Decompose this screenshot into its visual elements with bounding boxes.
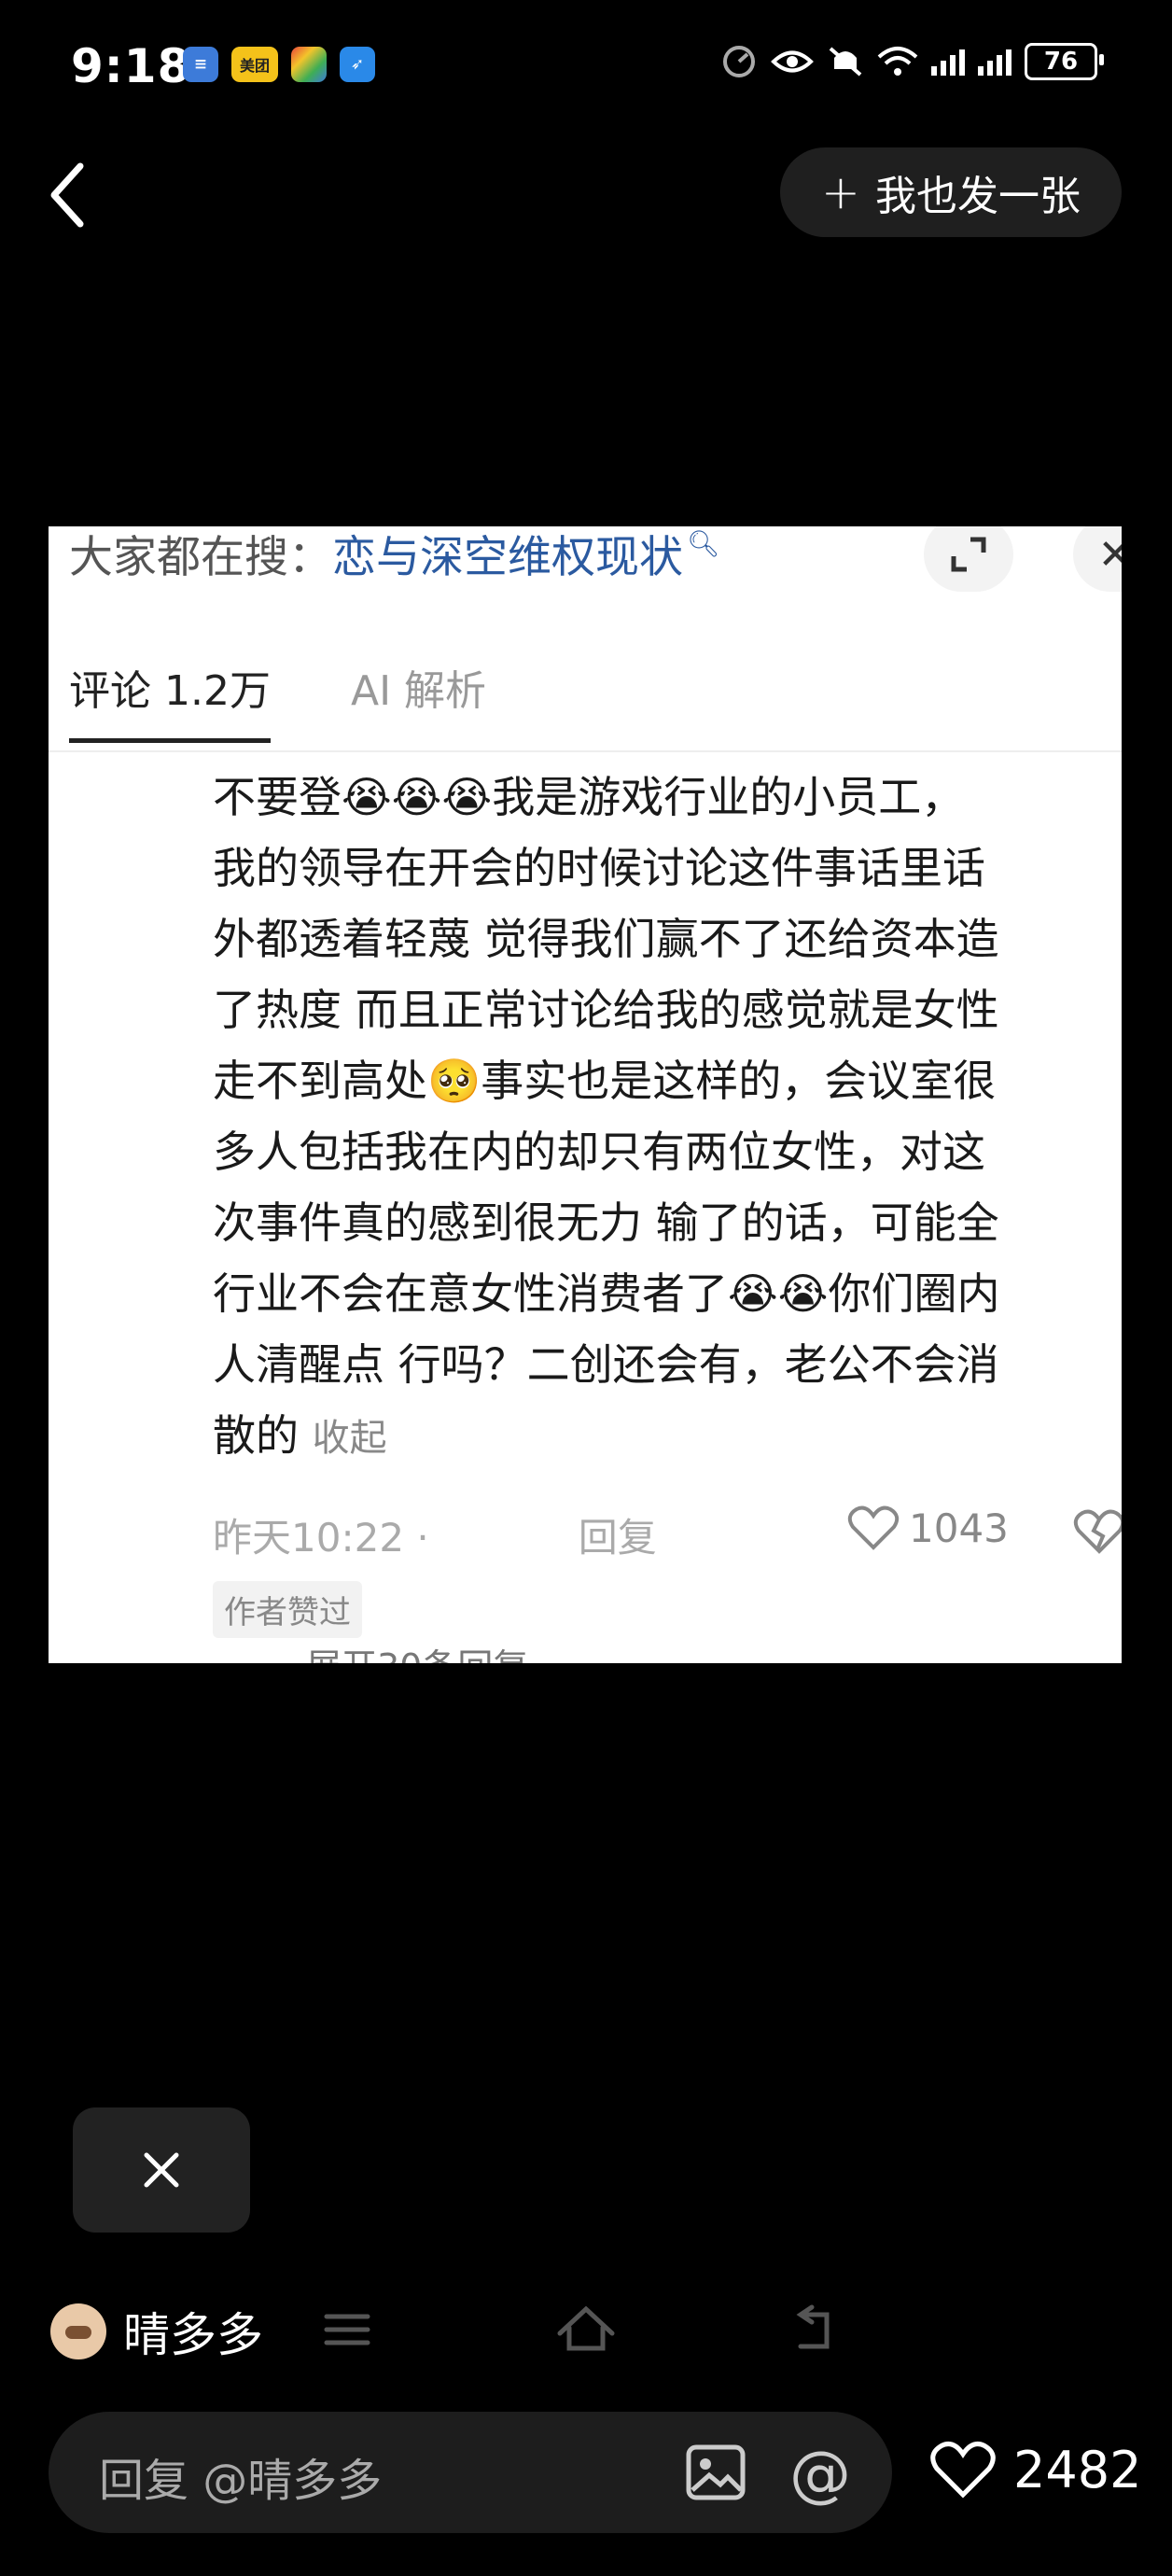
battery-indicator: 76 <box>1025 43 1104 80</box>
comment-line: 散的 <box>213 1410 299 1461</box>
comment-line: 我的领导在开会的时候讨论这件事话里话 <box>213 843 985 893</box>
status-time: 9:18 <box>71 39 191 93</box>
signal-icon <box>931 48 965 76</box>
eye-icon <box>771 50 814 73</box>
comment-text: 不要登😭😭😭我是游戏行业的小员工， 我的领导在开会的时候讨论这件事话里话 外都透… <box>213 762 1122 1474</box>
system-nav-icons <box>324 2304 830 2351</box>
dislike-icon <box>1073 1508 1122 1559</box>
like-count: 2482 <box>1013 2440 1142 2499</box>
comment-last-line: 散的 收起 <box>213 1400 1122 1474</box>
collapse-link: 收起 <box>312 1417 387 1460</box>
comment-line: 外都透着轻蔑 觉得我们赢不了还给资本造 <box>213 914 999 964</box>
close-icon: ✕ <box>1073 526 1122 592</box>
tab-comments: 评论 1.2万 <box>69 657 271 743</box>
back-button[interactable] <box>41 157 101 233</box>
comment-line: 人清醒点 行吗？二创还会有，老公不会消 <box>213 1339 999 1390</box>
app-icon-blue: ≡ <box>183 47 218 82</box>
speed-icon <box>723 46 755 77</box>
comment-line: 次事件真的感到很无力 输了的话，可能全 <box>213 1197 999 1248</box>
author-liked-tag: 作者赞过 <box>213 1581 362 1638</box>
comment-line: 行业不会在意女性消费者了😭😭你们圈内 <box>213 1268 1000 1319</box>
tab-ai-analysis: AI 解析 <box>350 667 487 715</box>
avatar[interactable] <box>50 2303 106 2359</box>
search-prefix: 大家都在搜： <box>69 531 332 583</box>
trending-search-bar: 大家都在搜： 恋与深空维权现状 🔍︎ <box>69 526 720 583</box>
system-status-icons: 76 <box>720 43 1104 80</box>
search-term-link: 恋与深空维权现状 <box>332 531 683 583</box>
author-name[interactable]: 晴多多 <box>123 2298 263 2365</box>
comment-line: 了热度 而且正常讨论给我的感觉就是女性 <box>213 985 999 1035</box>
mute-icon <box>829 47 862 77</box>
image-icon[interactable] <box>685 2442 746 2503</box>
reply-link: 回复 <box>578 1515 657 1561</box>
expand-replies: 展开30条回复 <box>306 1646 528 1663</box>
notification-icons: ≡ 美团 ➶ <box>183 47 375 82</box>
close-button[interactable] <box>73 2107 250 2233</box>
post-button-label: 我也发一张 <box>874 173 1081 220</box>
wifi-icon <box>877 47 918 76</box>
comment-tabs: 评论 1.2万 AI 解析 <box>69 657 486 743</box>
reply-input[interactable]: 回复 @晴多多 <box>99 2443 382 2509</box>
plus-icon: + <box>821 165 860 219</box>
comment-line: 走不到高处🥺事实也是这样的，会议室很 <box>213 1056 997 1106</box>
heart-icon <box>847 1505 900 1550</box>
comment-like: 1043 <box>847 1505 1009 1551</box>
comment-like-count: 1043 <box>909 1505 1009 1551</box>
author-info[interactable]: 晴多多 <box>50 2298 263 2365</box>
app-icon-colorful <box>291 47 327 82</box>
signal-icon-2 <box>978 48 1012 76</box>
meituan-icon: 美团 <box>231 47 278 82</box>
mention-icon[interactable]: @ <box>789 2438 851 2510</box>
chevron-left-icon <box>50 162 84 228</box>
status-bar: 9:18 ≡ 美团 ➶ 76 <box>0 0 1172 140</box>
close-icon <box>144 2152 179 2188</box>
comment-line: 多人包括我在内的却只有两位女性，对这 <box>213 1127 985 1177</box>
posted-screenshot[interactable]: 大家都在搜： 恋与深空维权现状 🔍︎ ✕ 评论 1.2万 AI 解析 不要登😭😭… <box>49 526 1122 1663</box>
comment-time: 昨天10:22 · <box>213 1515 429 1561</box>
expand-icon <box>924 526 1013 592</box>
heart-icon <box>930 2442 996 2499</box>
comment-line: 不要登😭😭😭我是游戏行业的小员工， <box>213 772 965 822</box>
compass-icon: ➶ <box>340 47 375 82</box>
post-one-too-button[interactable]: + 我也发一张 <box>780 147 1122 237</box>
search-icon: 🔍︎ <box>687 527 720 559</box>
tabs-divider <box>49 750 1122 752</box>
like-button[interactable]: 2482 <box>929 2440 1141 2499</box>
